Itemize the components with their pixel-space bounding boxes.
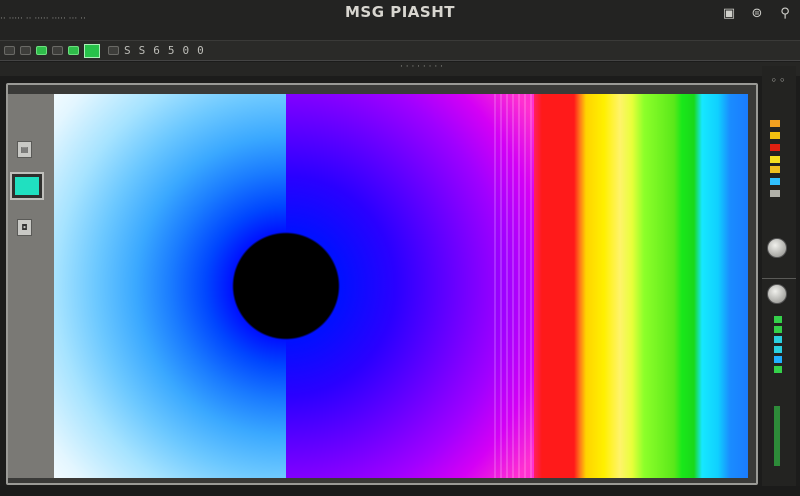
color-chip[interactable]: [770, 156, 780, 163]
window-title: MSG PIASHT: [344, 3, 456, 21]
toolbar-glyph-3[interactable]: 6: [153, 44, 160, 57]
toolbar-button-5[interactable]: [68, 46, 79, 55]
toolbar-glyph-2[interactable]: S: [139, 44, 146, 57]
color-chip[interactable]: [770, 190, 780, 197]
toolbar-button-2[interactable]: [20, 46, 31, 55]
pin-icon[interactable]: ⚲: [776, 6, 794, 22]
status-text: · · · · · · · ·: [400, 62, 443, 72]
level-meter-segment: [774, 366, 782, 373]
blue-radial-region: [54, 94, 286, 478]
color-chip[interactable]: [770, 120, 780, 127]
level-meter-segment: [774, 336, 782, 343]
color-chip[interactable]: [770, 178, 780, 185]
toolbar-button-4[interactable]: [52, 46, 63, 55]
image-canvas[interactable]: [54, 94, 748, 478]
lock-icon[interactable]: ◘: [17, 219, 32, 236]
toolbar-button-6[interactable]: [108, 46, 119, 55]
clipboard-icon[interactable]: ▤: [17, 141, 32, 158]
toolbar-glyph-5[interactable]: 0: [183, 44, 190, 57]
toolbar-glyph-4[interactable]: 5: [168, 44, 175, 57]
toolbar: S S 6 5 0 0: [0, 41, 800, 61]
toolbar-glyph-1[interactable]: S: [124, 44, 131, 57]
active-toolbar-button[interactable]: [84, 43, 100, 58]
title-bar: ·· ····· ·· ····· ····· ··· ·· MSG PIASH…: [0, 0, 800, 41]
color-chip[interactable]: [770, 132, 780, 139]
vertical-level-meter: [774, 406, 780, 466]
right-bar-label: ◦◦: [770, 74, 788, 87]
swatch-color-fill: [15, 177, 39, 195]
rainbow-bands: [534, 94, 748, 478]
divider: [762, 278, 796, 279]
rotary-knob-lower[interactable]: [767, 284, 787, 304]
toolbar-button-3[interactable]: [36, 46, 47, 55]
window-icon[interactable]: ▣: [720, 6, 738, 22]
color-chip[interactable]: [770, 144, 780, 151]
window-controls: ▣ ⊜ ⚲: [720, 6, 794, 22]
color-swatch[interactable]: [10, 172, 44, 200]
toolbar-glyph-6[interactable]: 0: [197, 44, 204, 57]
rotary-knob-upper[interactable]: [767, 238, 787, 258]
toolbar-button-1[interactable]: [4, 46, 15, 55]
magenta-streaks: [494, 94, 538, 478]
level-meter-segment: [774, 316, 782, 323]
color-chip[interactable]: [770, 166, 780, 173]
level-meter-segment: [774, 346, 782, 353]
right-control-bar: ◦◦: [762, 66, 796, 496]
stack-icon[interactable]: ⊜: [748, 6, 766, 22]
level-meter-segment: [774, 356, 782, 363]
bottom-edge: [0, 486, 800, 496]
status-row: · · · · · · · ·: [0, 62, 800, 76]
level-meter-segment: [774, 326, 782, 333]
